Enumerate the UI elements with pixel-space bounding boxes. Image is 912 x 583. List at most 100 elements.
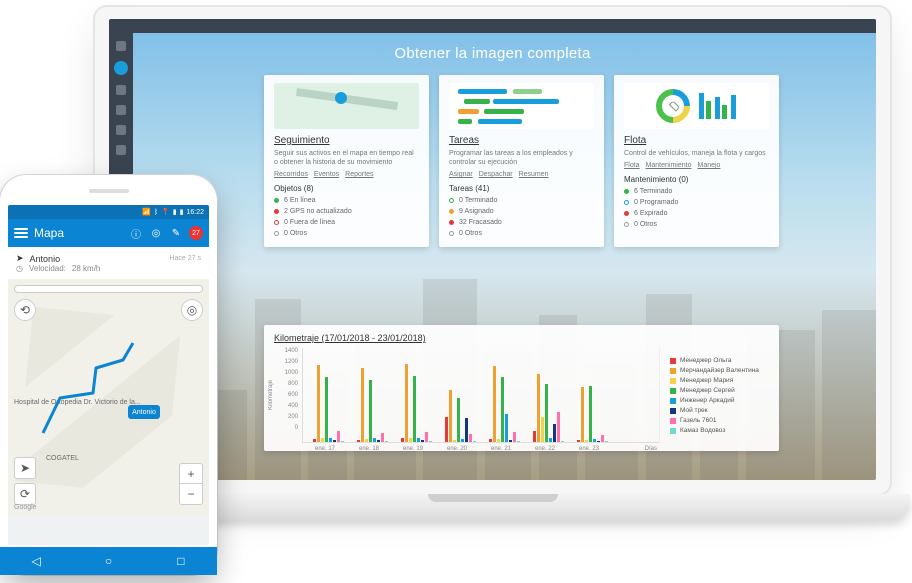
page-title: Obtener la imagen completa bbox=[109, 45, 876, 62]
tracker-speed-label: Velocidad: bbox=[29, 264, 66, 273]
card-fleet[interactable]: Flota Control de vehículos, maneja la fl… bbox=[614, 75, 779, 247]
stat-item: 0 Otros bbox=[624, 221, 769, 228]
legend-item[interactable]: Камаз Водовоз bbox=[670, 427, 769, 434]
timeline-slider[interactable] bbox=[14, 285, 203, 293]
card-tasks-desc: Programar las tareas a los empleados y c… bbox=[449, 149, 594, 167]
back-button[interactable]: ◁ bbox=[28, 553, 44, 569]
tracker-info-panel[interactable]: ➤ Antonio Hace 27 s ◷ Velocidad: 28 km/h bbox=[8, 247, 209, 279]
google-logo: Google bbox=[14, 504, 37, 511]
gps-icon: 📍 bbox=[161, 208, 170, 216]
tracking-thumb-icon bbox=[274, 83, 419, 129]
zoom-in-button[interactable]: + bbox=[180, 464, 202, 484]
tasks-thumb-icon bbox=[449, 83, 594, 129]
center-button[interactable]: ◎ bbox=[181, 299, 203, 321]
app-bar-title: Mapa bbox=[34, 226, 123, 240]
tracker-speed-value: 28 km/h bbox=[72, 264, 100, 273]
card-fleet-desc: Control de vehículos, maneja la flota y … bbox=[624, 149, 769, 158]
stat-item: 0 Otros bbox=[274, 230, 419, 237]
compass-button[interactable]: ➤ bbox=[14, 457, 36, 479]
signal-icon: ▮ bbox=[173, 208, 177, 216]
home-button[interactable]: ○ bbox=[100, 553, 116, 569]
mileage-plot-area: Días ene. 17ene. 18ene. 19ene. 20ene. 21… bbox=[302, 348, 659, 443]
wifi-icon: 📶 bbox=[142, 208, 151, 216]
link-asignar[interactable]: Asignar bbox=[449, 171, 473, 178]
mileage-x-axis-label: Días bbox=[645, 446, 657, 452]
map-marker[interactable]: Antonio bbox=[128, 405, 160, 419]
mileage-legend: Менеджер Ольга Мерчандайзер Валентина Мене… bbox=[659, 348, 769, 443]
link-flota[interactable]: Flota bbox=[624, 162, 640, 169]
app-bar: Mapa ⓘ ◎ ✎ 27 bbox=[8, 219, 209, 247]
bluetooth-icon: ᛒ bbox=[154, 209, 158, 216]
rail-fleet-icon[interactable] bbox=[116, 145, 126, 155]
legend-item[interactable]: Менеджер Мария bbox=[670, 377, 769, 384]
card-fleet-group: Mantenimiento (0) bbox=[624, 175, 769, 184]
phone-mockup: 📶 ᛒ 📍 ▮ ▮ 16:22 Mapa ⓘ ◎ ✎ 27 ➤ Antonio … bbox=[0, 175, 217, 575]
link-recorridos[interactable]: Recorridos bbox=[274, 171, 308, 178]
route-icon[interactable]: ✎ bbox=[169, 226, 183, 240]
legend-item[interactable]: Инженер Аркадий bbox=[670, 397, 769, 404]
zoom-out-button[interactable]: − bbox=[180, 484, 202, 504]
mileage-chart-panel: Kilometraje (17/01/2018 - 23/01/2018) Ki… bbox=[264, 325, 779, 451]
link-reportes[interactable]: Reportes bbox=[345, 171, 373, 178]
map-area[interactable]: ⟲ ◎ Hospital de Ortopedia Dr. Victorio d… bbox=[8, 279, 209, 515]
link-despachar[interactable]: Despachar bbox=[479, 171, 513, 178]
target-icon[interactable]: ◎ bbox=[149, 226, 163, 240]
card-tracking[interactable]: Seguimiento Seguir sus activos en el map… bbox=[264, 75, 429, 247]
stat-item: 0 Fuera de línea bbox=[274, 219, 419, 226]
app-header-strip bbox=[109, 19, 876, 33]
mileage-y-axis: 1400120010008006004002000 bbox=[274, 348, 302, 443]
phone-speaker bbox=[89, 189, 129, 193]
zoom-controls: + − bbox=[179, 463, 203, 505]
stat-item: 32 Fracasado bbox=[449, 219, 594, 226]
hamburger-icon[interactable] bbox=[14, 228, 28, 238]
fleet-thumb-icon bbox=[624, 83, 769, 129]
notifications-badge[interactable]: 27 bbox=[189, 226, 203, 240]
stat-item: 9 Asignado bbox=[449, 208, 594, 215]
phone-screen: 📶 ᛒ 📍 ▮ ▮ 16:22 Mapa ⓘ ◎ ✎ 27 ➤ Antonio … bbox=[8, 205, 209, 545]
rail-home-icon[interactable] bbox=[114, 61, 128, 75]
speedometer-icon: ◷ bbox=[16, 264, 23, 273]
card-tasks[interactable]: Tareas Programar las tareas a los emplea… bbox=[439, 75, 604, 247]
stat-item: 0 Programado bbox=[624, 199, 769, 206]
card-fleet-stats: 6 Terminado0 Programado6 Expirado0 Otros bbox=[624, 188, 769, 228]
stat-item: 0 Terminado bbox=[449, 197, 594, 204]
rail-reports-icon[interactable] bbox=[116, 105, 126, 115]
card-fleet-title[interactable]: Flota bbox=[624, 135, 769, 146]
dashboard-cards: Seguimiento Seguir sus activos en el map… bbox=[264, 75, 779, 247]
cursor-icon: ➤ bbox=[16, 253, 24, 264]
tracker-ago: Hace 27 s bbox=[169, 255, 201, 262]
laptop-screen: Obtener la imagen completa Seguimiento S… bbox=[109, 19, 876, 480]
legend-item[interactable]: Менеджер Ольга bbox=[670, 357, 769, 364]
card-tracking-desc: Seguir sus activos en el mapa en tiempo … bbox=[274, 149, 419, 167]
stat-item: 6 Expirado bbox=[624, 210, 769, 217]
history-button[interactable]: ⟲ bbox=[14, 299, 36, 321]
rail-map-icon[interactable] bbox=[116, 85, 126, 95]
legend-item[interactable]: Газель 7601 bbox=[670, 417, 769, 424]
rail-tasks-icon[interactable] bbox=[116, 125, 126, 135]
legend-item[interactable]: Мой трек bbox=[670, 407, 769, 414]
mileage-y-axis-label: Kilometraje bbox=[268, 380, 274, 410]
legend-item[interactable]: Мерчандайзер Валентина bbox=[670, 367, 769, 374]
link-mantenimiento[interactable]: Mantenimiento bbox=[646, 162, 692, 169]
route-polyline bbox=[38, 338, 158, 458]
refresh-button[interactable]: ⟳ bbox=[14, 483, 36, 505]
android-nav-bar: ◁ ○ □ bbox=[0, 547, 217, 575]
card-tasks-stats: 0 Terminado 9 Asignado 32 Fracasado 0 Otros bbox=[449, 197, 594, 237]
info-icon[interactable]: ⓘ bbox=[129, 226, 143, 240]
mileage-chart-title[interactable]: Kilometraje (17/01/2018 - 23/01/2018) bbox=[274, 333, 769, 343]
link-manejo[interactable]: Manejo bbox=[697, 162, 720, 169]
recent-button[interactable]: □ bbox=[173, 553, 189, 569]
stat-item: 0 Otros bbox=[449, 230, 594, 237]
battery-icon: ▮ bbox=[180, 208, 184, 216]
card-tracking-stats: 6 En línea 2 GPS no actualizado 0 Fuera de… bbox=[274, 197, 419, 237]
stat-item: 2 GPS no actualizado bbox=[274, 208, 419, 215]
link-resumen[interactable]: Resumen bbox=[519, 171, 549, 178]
link-eventos[interactable]: Eventos bbox=[314, 171, 339, 178]
card-tasks-title[interactable]: Tareas bbox=[449, 135, 594, 146]
stat-item: 6 En línea bbox=[274, 197, 419, 204]
card-tasks-group: Tareas (41) bbox=[449, 184, 594, 193]
card-tracking-title[interactable]: Seguimiento bbox=[274, 135, 419, 146]
tracker-name: Antonio bbox=[30, 254, 61, 264]
legend-item[interactable]: Менеджер Сергей bbox=[670, 387, 769, 394]
status-time: 16:22 bbox=[186, 209, 204, 216]
